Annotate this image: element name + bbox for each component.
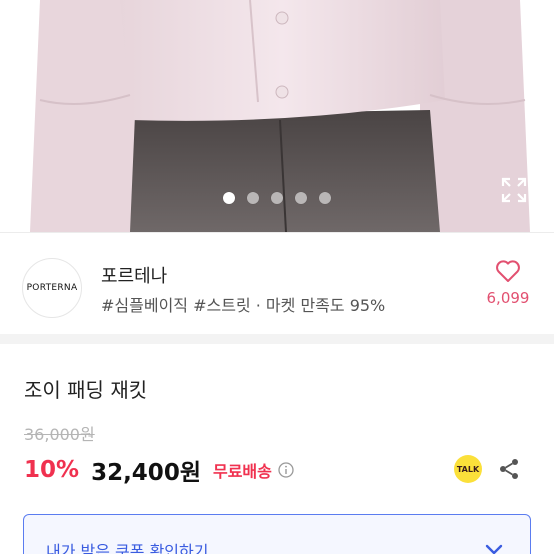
carousel-indicators [0, 192, 554, 204]
talk-icon: TALK [456, 464, 480, 474]
section-divider [0, 334, 554, 344]
product-image[interactable] [0, 0, 554, 232]
carousel-dot-2[interactable] [247, 192, 259, 204]
discount-rate: 10% [24, 457, 80, 483]
seller-logo[interactable]: PORTERNA [22, 258, 82, 318]
carousel-dot-1[interactable] [223, 192, 235, 204]
sale-price: 32,400원 [91, 460, 201, 486]
seller-name[interactable]: 포르테나 [101, 262, 167, 288]
share-icon[interactable] [497, 457, 521, 481]
carousel-dot-5[interactable] [319, 192, 331, 204]
seller-logo-text: PORTERNA [26, 283, 78, 293]
seller-tags: #심플베이직 #스트릿 · 마켓 만족도 95% [101, 296, 386, 315]
shipping-badge: 무료배송 [212, 462, 272, 481]
like-count: 6,099 [486, 289, 530, 307]
seller-section[interactable]: PORTERNA 포르테나 #심플베이직 #스트릿 · 마켓 만족도 95% 6… [0, 232, 554, 334]
product-title: 조이 패딩 재킷 [24, 378, 148, 402]
kakao-talk-button[interactable]: TALK [454, 455, 482, 483]
coupon-label: 내가 받은 쿠폰 확인하기 [46, 542, 209, 554]
info-icon[interactable] [278, 462, 294, 478]
original-price: 36,000원 [24, 425, 95, 444]
heart-icon [496, 260, 520, 282]
price-row: 10% 32,400원 무료배송 [24, 453, 294, 487]
carousel-dot-3[interactable] [271, 192, 283, 204]
like-button[interactable]: 6,099 [482, 259, 534, 307]
expand-icon[interactable] [500, 176, 528, 204]
chevron-down-icon [485, 544, 503, 554]
carousel-dot-4[interactable] [295, 192, 307, 204]
coupon-check-button[interactable]: 내가 받은 쿠폰 확인하기 [23, 514, 531, 554]
